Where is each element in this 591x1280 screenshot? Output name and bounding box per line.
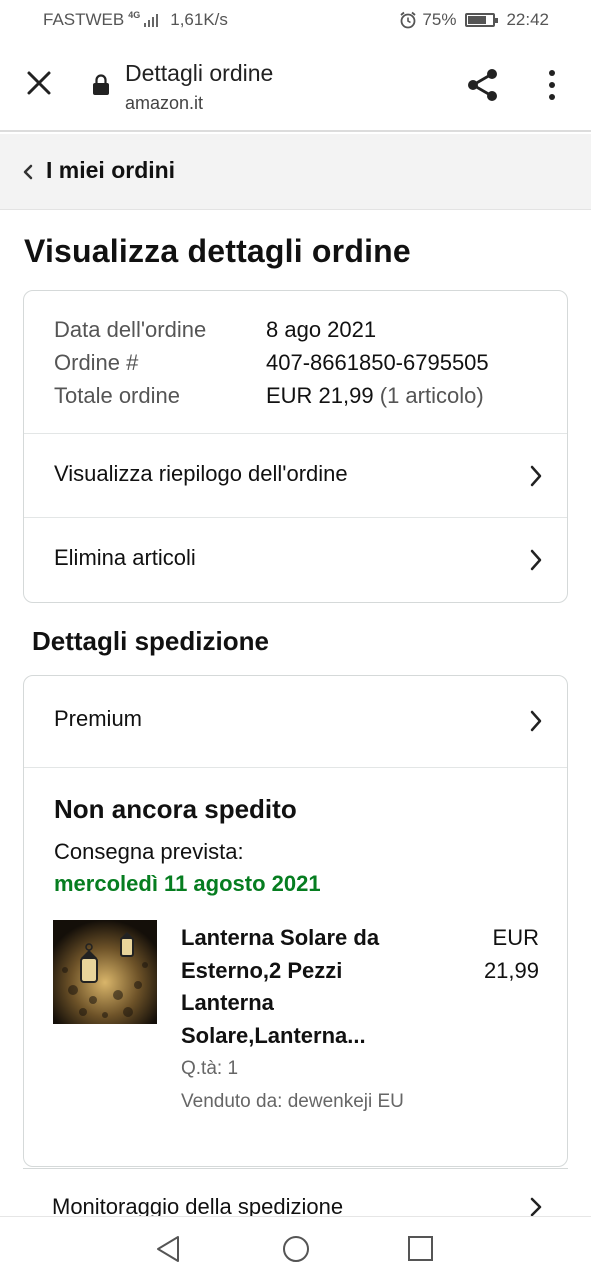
product-quantity: Q.tà: 1 (181, 1058, 239, 1079)
product-image[interactable] (53, 920, 157, 1024)
delivery-date: mercoledì 11 agosto 2021 (54, 871, 321, 896)
more-vert-icon[interactable] (540, 67, 564, 103)
chevron-right-icon (530, 549, 542, 571)
order-total-value-wrap: EUR 21,99 (1 articolo) (266, 383, 484, 409)
status-bar: FASTWEB 4G 1,61K/s 75% 22:42 (0, 0, 591, 40)
battery-icon (465, 13, 499, 27)
order-number-value: 407-8661850-6795505 (266, 350, 489, 375)
product-price: EUR 21,99 (483, 925, 539, 983)
tracking-label: Monitoraggio della spedizione (52, 1194, 344, 1216)
url-text[interactable]: amazon.it (125, 93, 203, 114)
chevron-left-icon (23, 164, 33, 180)
lantern-image (53, 920, 157, 1024)
clock: 22:42 (506, 10, 549, 29)
back-icon[interactable] (154, 1234, 182, 1264)
breadcrumb-label: I miei ordini (46, 157, 176, 183)
order-total-value: EUR 21,99 (266, 383, 374, 408)
alarm-icon (400, 11, 416, 29)
shipping-method-label: Premium (54, 706, 143, 731)
page-title-bar: Dettagli ordine (125, 60, 274, 86)
order-total-label: Totale ordine (54, 383, 180, 408)
battery-percent: 75% (422, 10, 457, 29)
home-icon[interactable] (281, 1234, 311, 1264)
order-summary-card: Data dell'ordine 8 ago 2021 Ordine # 407… (23, 290, 568, 603)
browser-toolbar: Dettagli ordine amazon.it (0, 40, 591, 132)
divider (23, 1168, 568, 1169)
delivery-label: Consegna prevista: (54, 839, 244, 864)
page-heading: Visualizza dettagli ordine (24, 233, 411, 269)
shipping-card: Premium Non ancora spedito Consegna prev… (23, 675, 568, 1167)
order-number-label: Ordine # (54, 350, 139, 375)
shipping-method-link[interactable]: Premium (24, 679, 567, 763)
tracking-link[interactable]: Monitoraggio della spedizione (0, 1176, 591, 1216)
order-date-value: 8 ago 2021 (266, 317, 377, 342)
network-badge: 4G (128, 10, 141, 20)
breadcrumb[interactable]: I miei ordini (0, 134, 591, 210)
shipment-status: Non ancora spedito (54, 794, 297, 824)
chevron-right-icon (530, 1197, 542, 1216)
product-title-link[interactable]: Lanterna Solare da Esterno,2 Pezzi Lante… (181, 922, 421, 1052)
delete-items-label: Elimina articoli (54, 545, 196, 570)
signal-icon (144, 13, 159, 27)
order-item-count: (1 articolo) (379, 383, 484, 408)
lock-icon (93, 74, 109, 95)
recent-apps-icon[interactable] (407, 1235, 434, 1262)
shipping-section-title: Dettagli spedizione (32, 626, 269, 656)
carrier-name: FASTWEB (43, 10, 125, 29)
delete-items-link[interactable]: Elimina articoli (24, 518, 567, 602)
view-order-summary-label: Visualizza riepilogo dell'ordine (54, 461, 348, 486)
product-seller: Venduto da: dewenkeji EU (181, 1091, 404, 1112)
chevron-right-icon (530, 465, 542, 487)
network-speed: 1,61K/s (170, 10, 228, 29)
system-nav-bar (0, 1216, 591, 1280)
chevron-right-icon (530, 710, 542, 732)
close-icon[interactable] (22, 66, 56, 100)
view-order-summary-link[interactable]: Visualizza riepilogo dell'ordine (24, 434, 567, 518)
divider (24, 767, 567, 768)
order-date-label: Data dell'ordine (54, 317, 207, 342)
share-icon[interactable] (465, 67, 501, 103)
